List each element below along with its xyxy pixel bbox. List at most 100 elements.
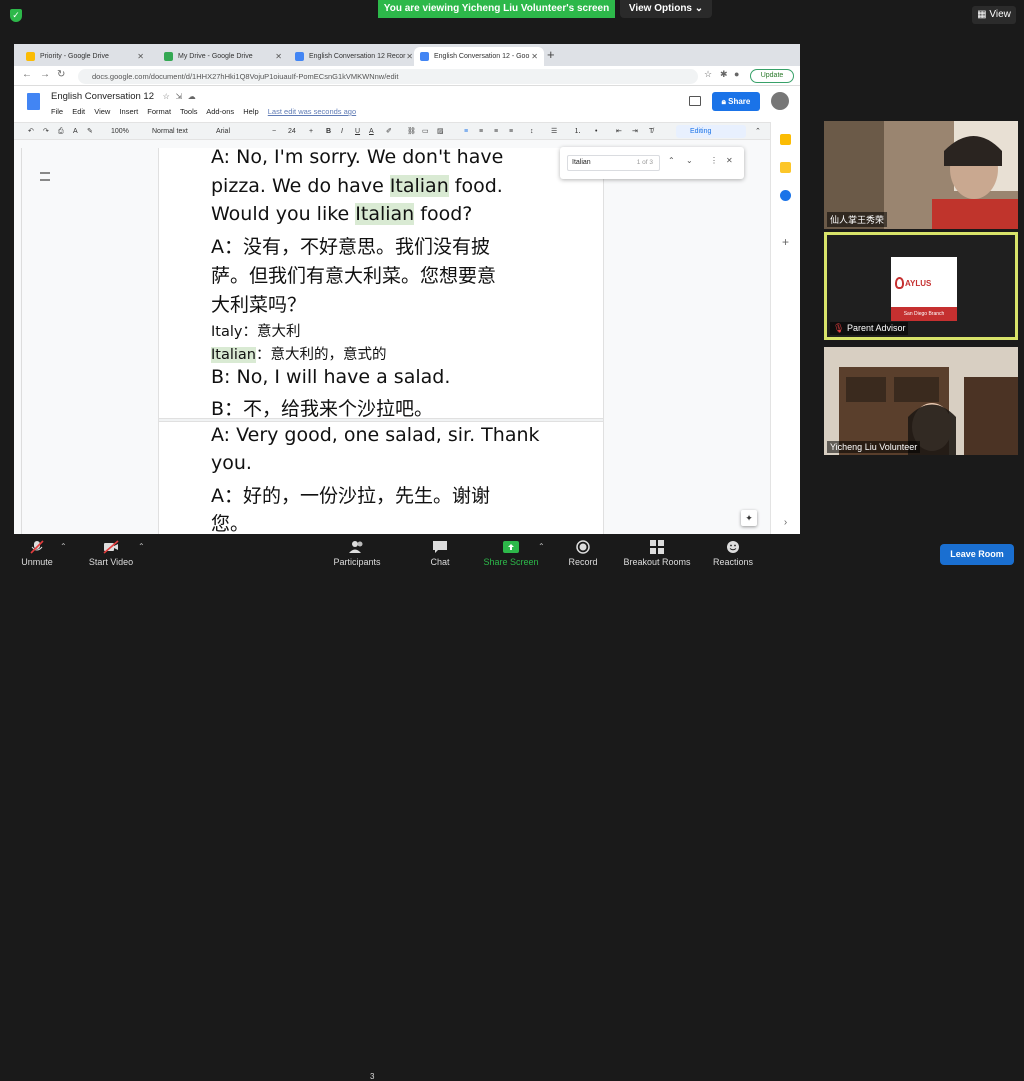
font-select[interactable]: Arial xyxy=(216,126,230,138)
close-icon[interactable]: ✕ xyxy=(406,47,413,66)
unmute-button[interactable]: Unmute xyxy=(14,540,60,567)
calendar-icon[interactable] xyxy=(780,162,791,173)
find-next-icon[interactable]: ⌄ xyxy=(686,156,693,165)
line-spacing-icon[interactable]: ↕ xyxy=(530,126,534,138)
forward-icon[interactable]: → xyxy=(40,69,50,80)
star-icon[interactable]: ☆ xyxy=(704,69,712,80)
menu-edit[interactable]: Edit xyxy=(72,107,85,116)
close-icon[interactable]: ✕ xyxy=(275,47,282,66)
chevron-right-icon[interactable]: › xyxy=(780,517,791,528)
vertical-ruler[interactable] xyxy=(14,148,22,534)
more-options-icon[interactable]: ⋮ xyxy=(710,156,718,165)
justify-icon[interactable]: ≡ xyxy=(509,126,513,138)
chat-button[interactable]: Chat xyxy=(420,540,460,567)
menu-format[interactable]: Format xyxy=(147,107,171,116)
zoom-select[interactable]: 100% xyxy=(111,126,129,138)
video-tile[interactable]: Yicheng Liu Volunteer xyxy=(824,347,1018,455)
record-button[interactable]: Record xyxy=(562,540,604,567)
numbered-list-icon[interactable]: ⒈ xyxy=(574,126,581,138)
outline-icon[interactable] xyxy=(40,172,50,181)
document-page[interactable]: A: No, I'm sorry. We don't have pizza. W… xyxy=(158,148,604,534)
reactions-button[interactable]: Reactions xyxy=(708,540,758,567)
editing-mode-select[interactable]: Editing xyxy=(676,125,746,138)
view-button[interactable]: ▦ View xyxy=(972,6,1016,24)
viewing-banner: You are viewing Yicheng Liu Volunteer's … xyxy=(378,0,615,18)
menu-addons[interactable]: Add-ons xyxy=(206,107,234,116)
add-addon-icon[interactable]: + xyxy=(780,236,791,248)
align-center-icon[interactable]: ≡ xyxy=(479,126,483,138)
italic-icon[interactable]: I xyxy=(341,126,343,138)
chevron-up-icon[interactable]: ⌃ xyxy=(538,542,545,551)
new-tab-icon[interactable]: + xyxy=(547,47,555,63)
find-previous-icon[interactable]: ⌃ xyxy=(668,156,675,165)
video-tile-active-speaker[interactable]: AYLUS San Diego Branch 🎙︎ Parent Advisor xyxy=(824,232,1018,340)
text-color-icon[interactable]: A xyxy=(369,126,374,138)
doc-line: Italy：意大利 xyxy=(211,324,301,340)
increase-font-icon[interactable]: + xyxy=(309,126,313,138)
paint-format-icon[interactable]: ✎ xyxy=(87,126,93,138)
move-icon[interactable]: ⇲ xyxy=(175,92,182,101)
extensions-icon[interactable]: ✱ xyxy=(720,69,728,80)
bulleted-list-icon[interactable]: • xyxy=(595,126,597,138)
redo-icon[interactable]: ↷ xyxy=(43,126,49,138)
link-icon[interactable]: ⛓ xyxy=(407,126,416,138)
style-select[interactable]: Normal text xyxy=(152,126,188,138)
collapse-icon[interactable]: ⌃ xyxy=(755,126,761,138)
keep-icon[interactable] xyxy=(780,134,791,145)
menu-file[interactable]: File xyxy=(51,107,63,116)
chevron-up-icon[interactable]: ⌃ xyxy=(60,542,67,551)
browser-tab[interactable]: My Drive - Google Drive ✕ xyxy=(158,47,288,66)
checklist-icon[interactable]: ☰ xyxy=(551,126,557,138)
tab-label: English Conversation 12 - Goo xyxy=(434,53,530,60)
explore-icon[interactable]: ✦ xyxy=(741,510,757,526)
view-options-button[interactable]: View Options ⌄ xyxy=(620,0,712,18)
update-button[interactable]: Update xyxy=(750,69,794,83)
find-input[interactable]: Italian 1 of 3 xyxy=(567,155,660,171)
menu-insert[interactable]: Insert xyxy=(119,107,138,116)
menu-help[interactable]: Help xyxy=(243,107,258,116)
undo-icon[interactable]: ↶ xyxy=(28,126,34,138)
leave-room-button[interactable]: Leave Room xyxy=(940,544,1014,565)
close-icon[interactable]: ✕ xyxy=(726,156,733,165)
close-icon[interactable]: ✕ xyxy=(531,47,538,66)
browser-tab[interactable]: English Conversation 12 Recor ✕ xyxy=(289,47,419,66)
align-left-icon[interactable]: ≡ xyxy=(464,126,468,138)
document-title[interactable]: English Conversation 12 ☆ ⇲ ☁ xyxy=(51,91,196,102)
url-field[interactable]: docs.google.com/document/d/1HHX27hHki1Q8… xyxy=(78,69,698,84)
comment-add-icon[interactable]: ▭ xyxy=(422,126,429,138)
menu-view[interactable]: View xyxy=(94,107,110,116)
indent-icon[interactable]: ⇥ xyxy=(632,126,638,138)
profile-icon[interactable]: ● xyxy=(734,69,739,79)
underline-icon[interactable]: U xyxy=(355,126,360,138)
image-icon[interactable]: ▨ xyxy=(437,126,444,138)
back-icon[interactable]: ← xyxy=(22,69,32,80)
star-icon[interactable]: ☆ xyxy=(163,92,170,101)
share-screen-button[interactable]: Share Screen xyxy=(480,540,542,567)
align-right-icon[interactable]: ≡ xyxy=(494,126,498,138)
reload-icon[interactable]: ↻ xyxy=(57,69,65,80)
clear-format-icon[interactable]: T̸ xyxy=(649,126,653,138)
chevron-up-icon[interactable]: ⌃ xyxy=(138,542,145,551)
browser-tab[interactable]: Priority - Google Drive ✕ xyxy=(20,47,150,66)
highlight-icon[interactable]: ✐ xyxy=(386,126,392,138)
outdent-icon[interactable]: ⇤ xyxy=(616,126,622,138)
video-tile[interactable]: 仙人掌王秀荣 xyxy=(824,121,1018,229)
share-button[interactable]: 🔒︎ Share xyxy=(712,92,760,111)
comment-icon[interactable] xyxy=(689,96,701,106)
avatar[interactable] xyxy=(771,92,789,110)
decrease-font-icon[interactable]: − xyxy=(272,126,276,138)
print-icon[interactable]: ⎙ xyxy=(58,126,64,138)
shield-icon[interactable]: ✓ xyxy=(10,9,22,22)
menu-tools[interactable]: Tools xyxy=(180,107,198,116)
bold-icon[interactable]: B xyxy=(326,126,331,138)
docs-logo-icon[interactable] xyxy=(27,93,40,110)
browser-tab-active[interactable]: English Conversation 12 - Goo ✕ xyxy=(414,47,544,66)
close-icon[interactable]: ✕ xyxy=(137,47,144,66)
font-size-field[interactable]: 24 xyxy=(288,126,296,138)
participants-button[interactable]: Participants xyxy=(328,540,386,567)
tasks-icon[interactable] xyxy=(780,190,791,201)
start-video-button[interactable]: Start Video xyxy=(82,540,140,567)
last-edit-link[interactable]: Last edit was seconds ago xyxy=(268,107,356,116)
breakout-rooms-button[interactable]: Breakout Rooms xyxy=(618,540,696,567)
spellcheck-icon[interactable]: A xyxy=(73,126,78,138)
